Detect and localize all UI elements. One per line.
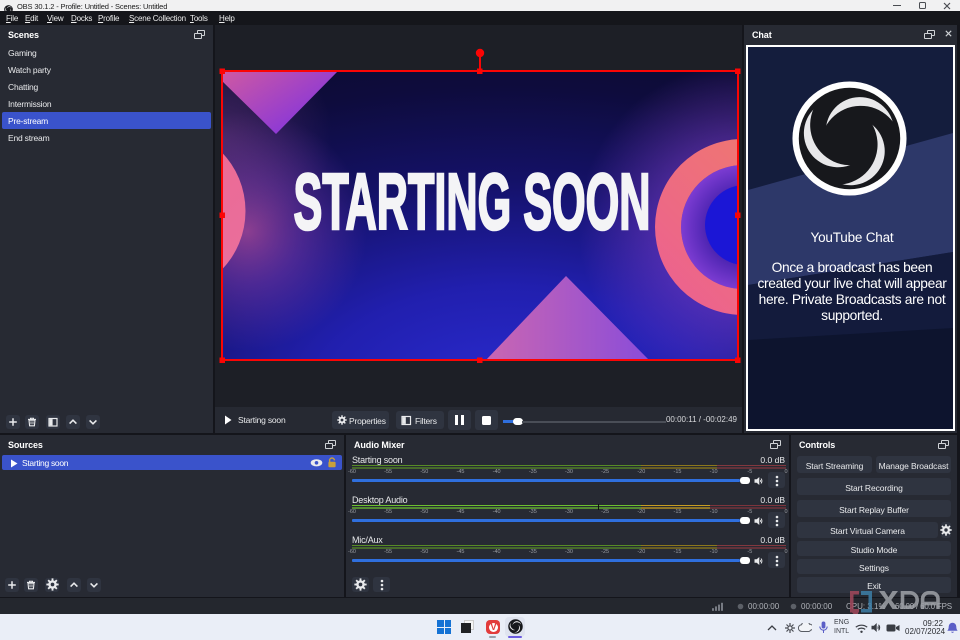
svg-text:Once a broadcast has been: Once a broadcast has been — [772, 260, 933, 275]
svg-text:created your live chat will ap: created your live chat will appear — [757, 276, 947, 291]
svg-text:YouTube Chat: YouTube Chat — [811, 230, 894, 245]
svg-text:here. Private Broadcasts are n: here. Private Broadcasts are not — [759, 292, 946, 307]
svg-text:supported.: supported. — [821, 308, 883, 323]
